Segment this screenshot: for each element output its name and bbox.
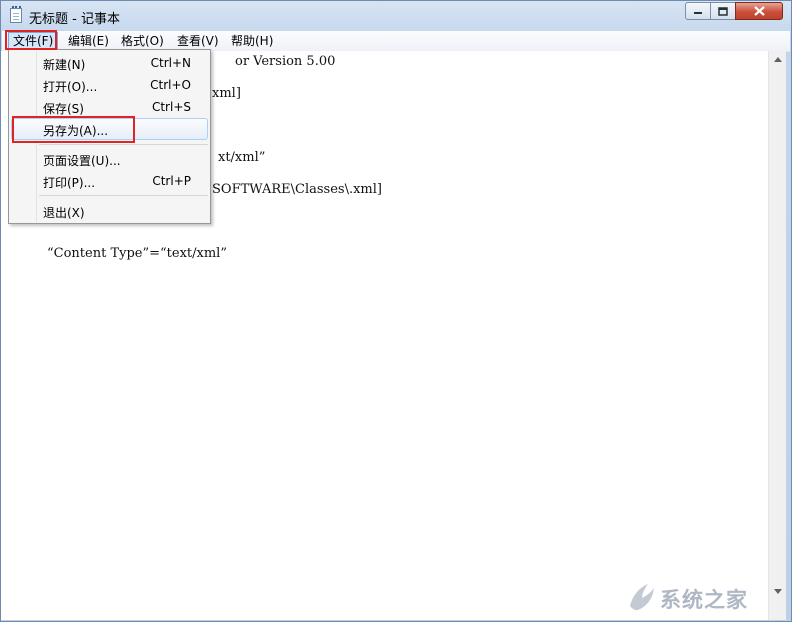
menu-item-label: 另存为(A)... [43, 124, 109, 138]
menu-item-shortcut: Ctrl+S [151, 100, 191, 114]
watermark-logo-icon [630, 584, 654, 611]
minimize-button[interactable] [685, 2, 711, 20]
menu-view[interactable]: 查看(V) [173, 33, 223, 49]
menu-item-label: 保存(S) [43, 102, 84, 116]
editor-line: xt/xml” [218, 150, 266, 165]
menu-item-save-as[interactable]: 另存为(A)... [11, 118, 208, 140]
menu-format[interactable]: 格式(O) [117, 33, 168, 49]
menu-item-label: 退出(X) [43, 206, 85, 220]
watermark: 系统之家 [626, 578, 788, 618]
watermark-text: 系统之家 [660, 588, 748, 612]
window-title: 无标题 - 记事本 [29, 12, 120, 27]
editor-line: SOFTWARE\Classes\.xml] [212, 182, 382, 197]
editor-line: or Version 5.00 [235, 54, 336, 69]
menu-item-shortcut: Ctrl+O [150, 78, 191, 92]
menu-item-page-setup[interactable]: 页面设置(U)... [11, 148, 208, 170]
menu-file[interactable]: 文件(F) [8, 32, 59, 50]
menu-item-label: 打开(O)... [43, 80, 98, 94]
menu-item-shortcut: Ctrl+P [152, 174, 191, 188]
notepad-icon[interactable] [10, 6, 22, 23]
menu-separator [39, 195, 208, 196]
menu-item-label: 打印(P)... [43, 176, 96, 190]
menu-item-label: 新建(N) [43, 58, 86, 72]
menu-item-new[interactable]: 新建(N) Ctrl+N [11, 52, 208, 74]
arrow-up-icon [773, 57, 782, 62]
maximize-icon [718, 6, 728, 16]
file-menu-dropdown: 新建(N) Ctrl+N 打开(O)... Ctrl+O 保存(S) Ctrl+… [8, 49, 211, 224]
menu-help[interactable]: 帮助(H) [227, 33, 277, 49]
menu-item-save[interactable]: 保存(S) Ctrl+S [11, 96, 208, 118]
menu-item-label: 页面设置(U)... [43, 154, 121, 168]
menu-item-open[interactable]: 打开(O)... Ctrl+O [11, 74, 208, 96]
vertical-scrollbar[interactable] [768, 51, 786, 620]
menu-separator [39, 144, 208, 145]
close-icon [753, 6, 765, 16]
menu-item-print[interactable]: 打印(P)... Ctrl+P [11, 170, 208, 192]
minimize-icon [694, 12, 702, 14]
menu-edit[interactable]: 编辑(E) [64, 33, 113, 49]
close-button[interactable] [735, 2, 783, 20]
maximize-button[interactable] [710, 2, 736, 20]
scroll-up-button[interactable] [769, 51, 786, 68]
title-bar[interactable]: 无标题 - 记事本 [1, 1, 791, 31]
menu-item-exit[interactable]: 退出(X) [11, 200, 208, 222]
editor-line: “Content Type”=“text/xml” [47, 246, 227, 261]
menu-item-shortcut: Ctrl+N [150, 56, 191, 70]
editor-line: xml] [212, 86, 241, 101]
